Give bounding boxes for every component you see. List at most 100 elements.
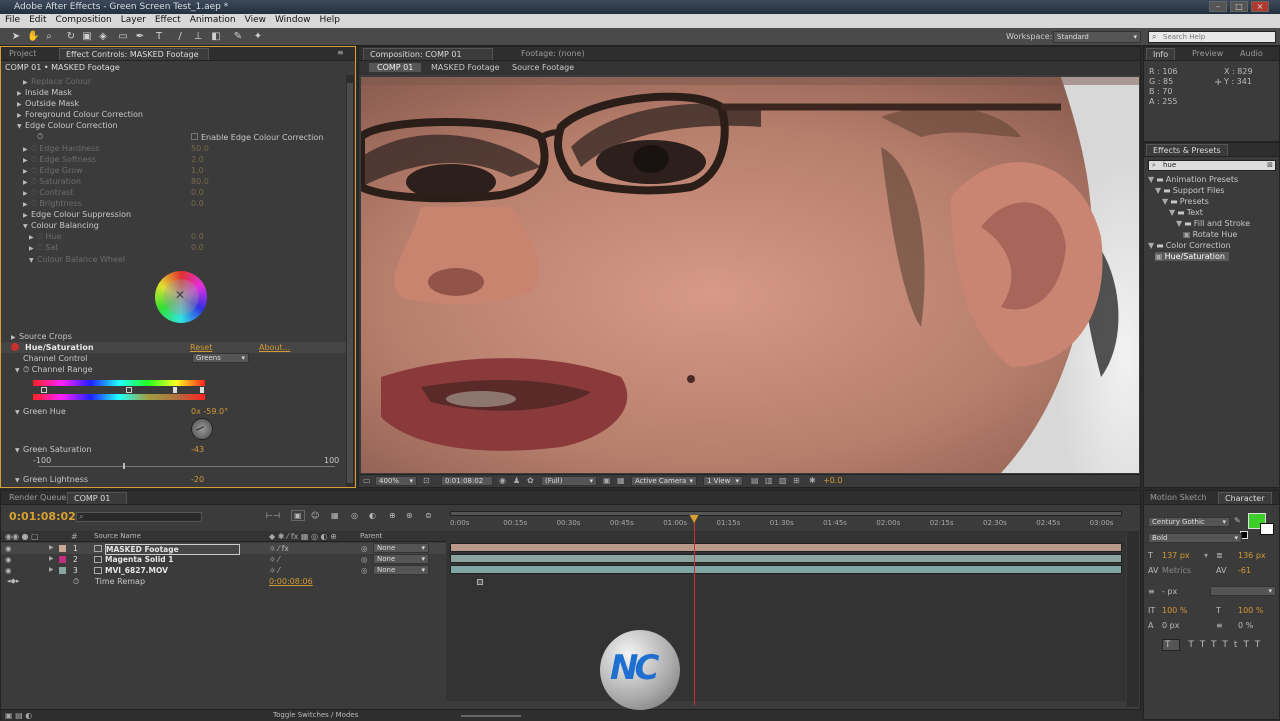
expand-triangle-icon[interactable]: ▶: [29, 245, 37, 252]
effects-tree-item[interactable]: ▼ ▬ Color Correction: [1148, 241, 1231, 250]
tab-effect-controls[interactable]: Effect Controls: MASKED Footage: [59, 48, 209, 60]
range-handle-left[interactable]: [41, 387, 47, 393]
zoom-slider[interactable]: [461, 715, 521, 717]
channel-icon[interactable]: ✿: [527, 476, 534, 485]
view-layout-select[interactable]: 1 View ▾: [703, 476, 743, 486]
about-link[interactable]: About...: [259, 343, 290, 352]
effect-property-value[interactable]: 50.0: [191, 144, 209, 153]
expand-triangle-icon[interactable]: ▶: [17, 112, 25, 119]
green-lightness-value[interactable]: -20: [191, 475, 204, 484]
brainstorm-icon[interactable]: ◐: [369, 511, 376, 520]
clear-search-icon[interactable]: ⊠: [1267, 161, 1273, 170]
effect-property-row[interactable]: ▶ ⏱ Brightness 0.0: [23, 199, 204, 209]
mask-tool-icon[interactable]: ▭: [117, 31, 129, 43]
expand-triangle-icon[interactable]: ▶: [17, 90, 25, 97]
minimize-button[interactable]: –: [1209, 1, 1227, 12]
menu-file[interactable]: File: [0, 14, 24, 25]
timecode-display[interactable]: 0:01:08:02: [441, 476, 493, 486]
expand-triangle-icon[interactable]: ▶: [23, 212, 31, 219]
expand-triangle-icon[interactable]: ▶: [23, 146, 31, 153]
leading-value[interactable]: 136 px: [1238, 551, 1266, 560]
parent-select[interactable]: None ▾: [373, 565, 429, 575]
kerning-value[interactable]: Metrics: [1162, 566, 1191, 575]
effects-tree-item[interactable]: ▼ ▬ Animation Presets: [1148, 175, 1238, 184]
menu-help[interactable]: Help: [314, 14, 344, 25]
tab-preview[interactable]: Preview: [1186, 48, 1229, 60]
effect-property-row[interactable]: ▶ ⏱ Contrast 0.0: [23, 188, 204, 198]
tab-footage[interactable]: Footage: (none): [515, 48, 591, 60]
timeline-scrollbar[interactable]: [1127, 531, 1139, 707]
expand-triangle-icon[interactable]: ▼: [1148, 175, 1154, 184]
camera-tool-icon[interactable]: ▣: [81, 31, 93, 43]
zoom-select[interactable]: 400% ▾: [375, 476, 417, 486]
faux-italic-button[interactable]: T: [1188, 640, 1199, 650]
baseline-shift-value[interactable]: 0 px: [1162, 621, 1179, 630]
tsume-value[interactable]: 0 %: [1238, 621, 1253, 630]
safe-zones-icon[interactable]: ⊡: [423, 476, 430, 485]
stopwatch-icon[interactable]: ⏱: [31, 166, 37, 175]
colour-balance-wheel[interactable]: ✕: [155, 271, 207, 323]
motion-blur-icon[interactable]: ◎: [351, 511, 358, 520]
stopwatch-icon[interactable]: ⏱: [31, 188, 37, 197]
menu-edit[interactable]: Edit: [24, 14, 50, 25]
effects-tree-item[interactable]: ▼ ▬ Presets: [1162, 197, 1209, 206]
effect-property-row[interactable]: ▼ Colour Balance Wheel: [29, 255, 125, 264]
effect-controls-scrollbar[interactable]: [346, 75, 354, 487]
hide-shy-icon[interactable]: ☺: [311, 511, 319, 520]
source-crops-row[interactable]: ▶ Source Crops: [11, 332, 72, 341]
expand-triangle-icon[interactable]: ▶: [23, 190, 31, 197]
time-ruler[interactable]: 0:00s 00:15s 00:30s 00:45s 01:00s 01:15s 01:30…: [446, 507, 1126, 531]
roi-icon[interactable]: ▣: [603, 476, 611, 485]
green-saturation-slider-track[interactable]: [39, 466, 335, 467]
visibility-eye-icon[interactable]: ◉: [5, 544, 12, 553]
effect-property-row[interactable]: ▶ ⏱ Edge Softness 2.0: [23, 155, 204, 165]
layer-duration-bar[interactable]: [450, 554, 1122, 563]
time-remap-value[interactable]: 0:00:08:06: [269, 577, 313, 586]
effect-property-value[interactable]: 1.0: [191, 166, 204, 175]
all-caps-button[interactable]: TT: [1200, 640, 1223, 650]
stopwatch-icon[interactable]: ⏱: [23, 365, 29, 374]
keyframe-nav-icon[interactable]: ◂◆▸: [7, 577, 19, 585]
parent-pickwhip-icon[interactable]: ◎: [361, 566, 368, 575]
stroke-width-value[interactable]: - px: [1162, 587, 1177, 596]
range-handle-end[interactable]: [200, 387, 204, 393]
effects-tree-item[interactable]: ▼ ▬ Fill and Stroke: [1176, 219, 1250, 228]
effects-tree-item[interactable]: ▼ ▬ Text: [1169, 208, 1203, 217]
text-style-buttons[interactable]: T TTTTtTT: [1162, 639, 1272, 652]
effect-property-row[interactable]: ▶ ⏱ Hue 0.0: [29, 232, 204, 242]
menu-animation[interactable]: Animation: [185, 14, 240, 25]
zoom-tool-icon[interactable]: ⌕: [43, 31, 55, 43]
comp-mini-flowchart-icon[interactable]: ⊢⊣: [266, 511, 280, 520]
font-style-select[interactable]: Bold ▾: [1148, 533, 1242, 543]
subscript-button[interactable]: T: [1255, 640, 1267, 650]
effect-property-row[interactable]: ▶ Foreground Colour Correction: [17, 110, 143, 119]
expand-triangle-icon[interactable]: ▼: [1176, 219, 1182, 228]
green-saturation-value[interactable]: -43: [191, 445, 204, 454]
green-lightness-row[interactable]: ▼ Green Lightness: [15, 475, 88, 484]
timeline-timecode[interactable]: 0:01:08:02: [9, 510, 76, 523]
effect-property-row[interactable]: ▶ ⏱ Edge Hardness 50.0: [23, 144, 209, 154]
menu-effect[interactable]: Effect: [150, 14, 185, 25]
expand-triangle-icon[interactable]: ▶: [23, 157, 31, 164]
flowchart-icon[interactable]: ⊞: [793, 476, 800, 485]
range-handle-mid[interactable]: [126, 387, 132, 393]
close-button[interactable]: ×: [1251, 1, 1269, 12]
layer-duration-bar[interactable]: [450, 543, 1122, 552]
effect-property-value[interactable]: 2.0: [191, 155, 204, 164]
expand-triangle-icon[interactable]: ▶: [17, 101, 25, 108]
toggle-pixel-aspect-icon[interactable]: ▤: [751, 476, 759, 485]
work-area-bar[interactable]: [450, 511, 1122, 516]
hand-tool-icon[interactable]: ✋: [27, 31, 39, 43]
maximize-button[interactable]: □: [1230, 1, 1248, 12]
effect-property-row[interactable]: ▶ Inside Mask: [17, 88, 72, 97]
expand-triangle-icon[interactable]: ▼: [1162, 197, 1168, 206]
transparency-grid-icon[interactable]: ▦: [617, 476, 625, 485]
layer-expand-icon[interactable]: ▶: [49, 544, 54, 551]
draft-3d-icon[interactable]: ▣: [291, 510, 305, 521]
parent-pickwhip-icon[interactable]: ◎: [361, 544, 368, 553]
stopwatch-icon[interactable]: ⏱: [37, 243, 43, 252]
fast-previews-icon[interactable]: ▥: [765, 476, 773, 485]
stopwatch-icon[interactable]: ⏱: [37, 232, 43, 241]
layer-row[interactable]: ◉ ▶ 1 MASKED Footage ☼ ⁄ fx ◎ None ▾: [1, 543, 446, 555]
search-help-input[interactable]: ⌕ Search Help: [1148, 31, 1276, 43]
